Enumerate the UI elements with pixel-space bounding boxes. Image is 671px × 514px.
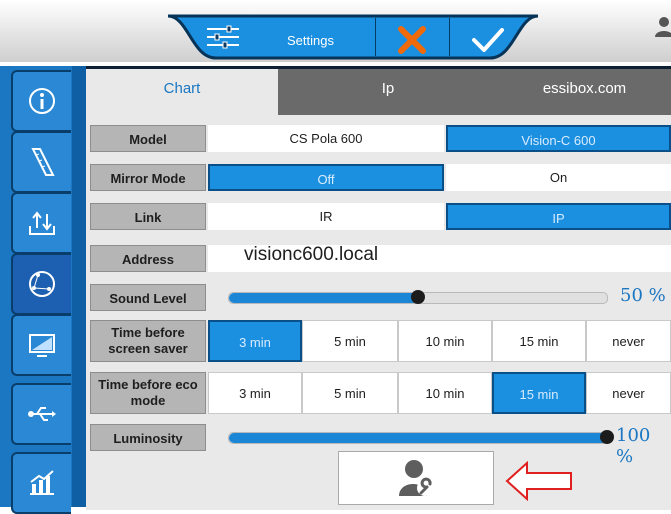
screen-saver-option-15min[interactable]: 15 min [492,320,586,362]
settings-title: Settings [287,33,334,48]
sound-level-slider[interactable] [228,290,608,304]
user-wrench-icon [399,460,433,496]
sidebar-item-display[interactable] [11,314,71,376]
model-row: Model CS Pola 600 Vision-C 600 [90,125,671,152]
sidebar-item-usb[interactable] [11,383,71,445]
eco-option-never[interactable]: never [586,372,671,414]
sound-level-row: Sound Level 50 % [90,284,671,311]
luminosity-row: Luminosity 100 % [90,424,671,467]
sound-level-label: Sound Level [90,284,206,311]
link-option-ip[interactable]: IP [446,203,671,230]
mirror-option-on[interactable]: On [446,164,671,191]
luminosity-handle[interactable] [600,430,614,444]
transfer-icon [29,211,55,235]
network-icon [29,271,55,297]
toolbar-divider [449,18,450,56]
luminosity-label: Luminosity [90,424,206,451]
luminosity-fill [229,433,607,443]
eco-option-10min[interactable]: 10 min [398,372,492,414]
tab-bar: essibox.com Ip Chart [86,69,671,115]
screen-saver-row: Time before screen saver 3 min 5 min 10 … [90,320,671,362]
screen-saver-option-5min[interactable]: 5 min [302,320,398,362]
sidebar-item-network[interactable] [11,253,71,315]
model-option-vision-c[interactable]: Vision-C 600 [446,125,671,152]
usb-icon [28,407,56,421]
eco-mode-row: Time before eco mode 3 min 5 min 10 min … [90,372,671,414]
sound-level-fill [229,293,418,303]
user-settings-button[interactable] [338,451,494,505]
sound-level-handle[interactable] [411,290,425,304]
top-toolbar: Settings [0,0,671,62]
sidebar-edge [72,66,86,507]
chart-icon [30,470,54,495]
sidebar-item-stats[interactable] [11,452,71,514]
toolbar-divider [375,18,376,56]
monitor-icon [29,334,55,357]
screen-saver-option-never[interactable]: never [586,320,671,362]
screen-saver-option-10min[interactable]: 10 min [398,320,492,362]
address-value[interactable]: visionc600.local [244,244,378,266]
pointer-arrow [505,460,575,506]
mirror-mode-row: Mirror Mode Off On [90,164,671,191]
link-row: Link IR IP [90,203,671,230]
link-label: Link [90,203,206,230]
info-icon [29,88,55,114]
confirm-button[interactable] [470,24,506,56]
eco-option-15min[interactable]: 15 min [492,372,586,414]
luminosity-value: 100 % [616,425,651,467]
eco-option-3min[interactable]: 3 min [208,372,302,414]
model-label: Model [90,125,206,152]
sidebar-item-ruler[interactable] [11,131,71,193]
luminosity-slider[interactable] [228,430,614,444]
screen-saver-option-3min[interactable]: 3 min [208,320,302,362]
sidebar-item-info[interactable] [11,70,71,132]
address-row: Address visionc600.local [90,244,671,272]
sidebar-item-transfer[interactable] [11,192,71,254]
tab-essibox[interactable]: essibox.com [498,69,671,115]
tab-ip[interactable]: Ip [278,69,498,115]
mirror-option-off[interactable]: Off [208,164,444,191]
ruler-icon [31,148,55,176]
eco-option-5min[interactable]: 5 min [302,372,398,414]
mirror-mode-label: Mirror Mode [90,164,206,191]
screen-saver-label: Time before screen saver [90,320,206,362]
address-label: Address [90,245,206,272]
sliders-icon[interactable] [205,24,241,50]
link-option-ir[interactable]: IR [208,203,444,230]
eco-mode-label: Time before eco mode [90,372,206,414]
user-settings-icon[interactable] [654,16,671,38]
model-option-cs-pola[interactable]: CS Pola 600 [208,125,444,152]
cancel-button[interactable] [396,24,428,56]
sound-level-value: 50 % [620,285,666,306]
tab-chart[interactable]: Chart [86,69,278,115]
